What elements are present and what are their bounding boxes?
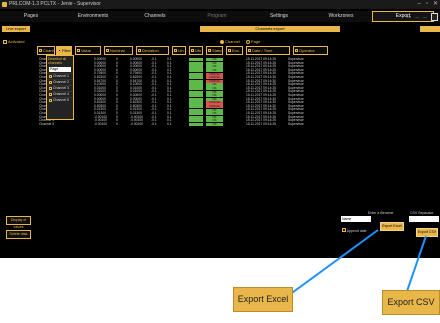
callout-lines [284, 229, 427, 301]
export-excel-callout: Export Excel [233, 287, 293, 312]
export-csv-callout: Export CSV [382, 290, 440, 315]
